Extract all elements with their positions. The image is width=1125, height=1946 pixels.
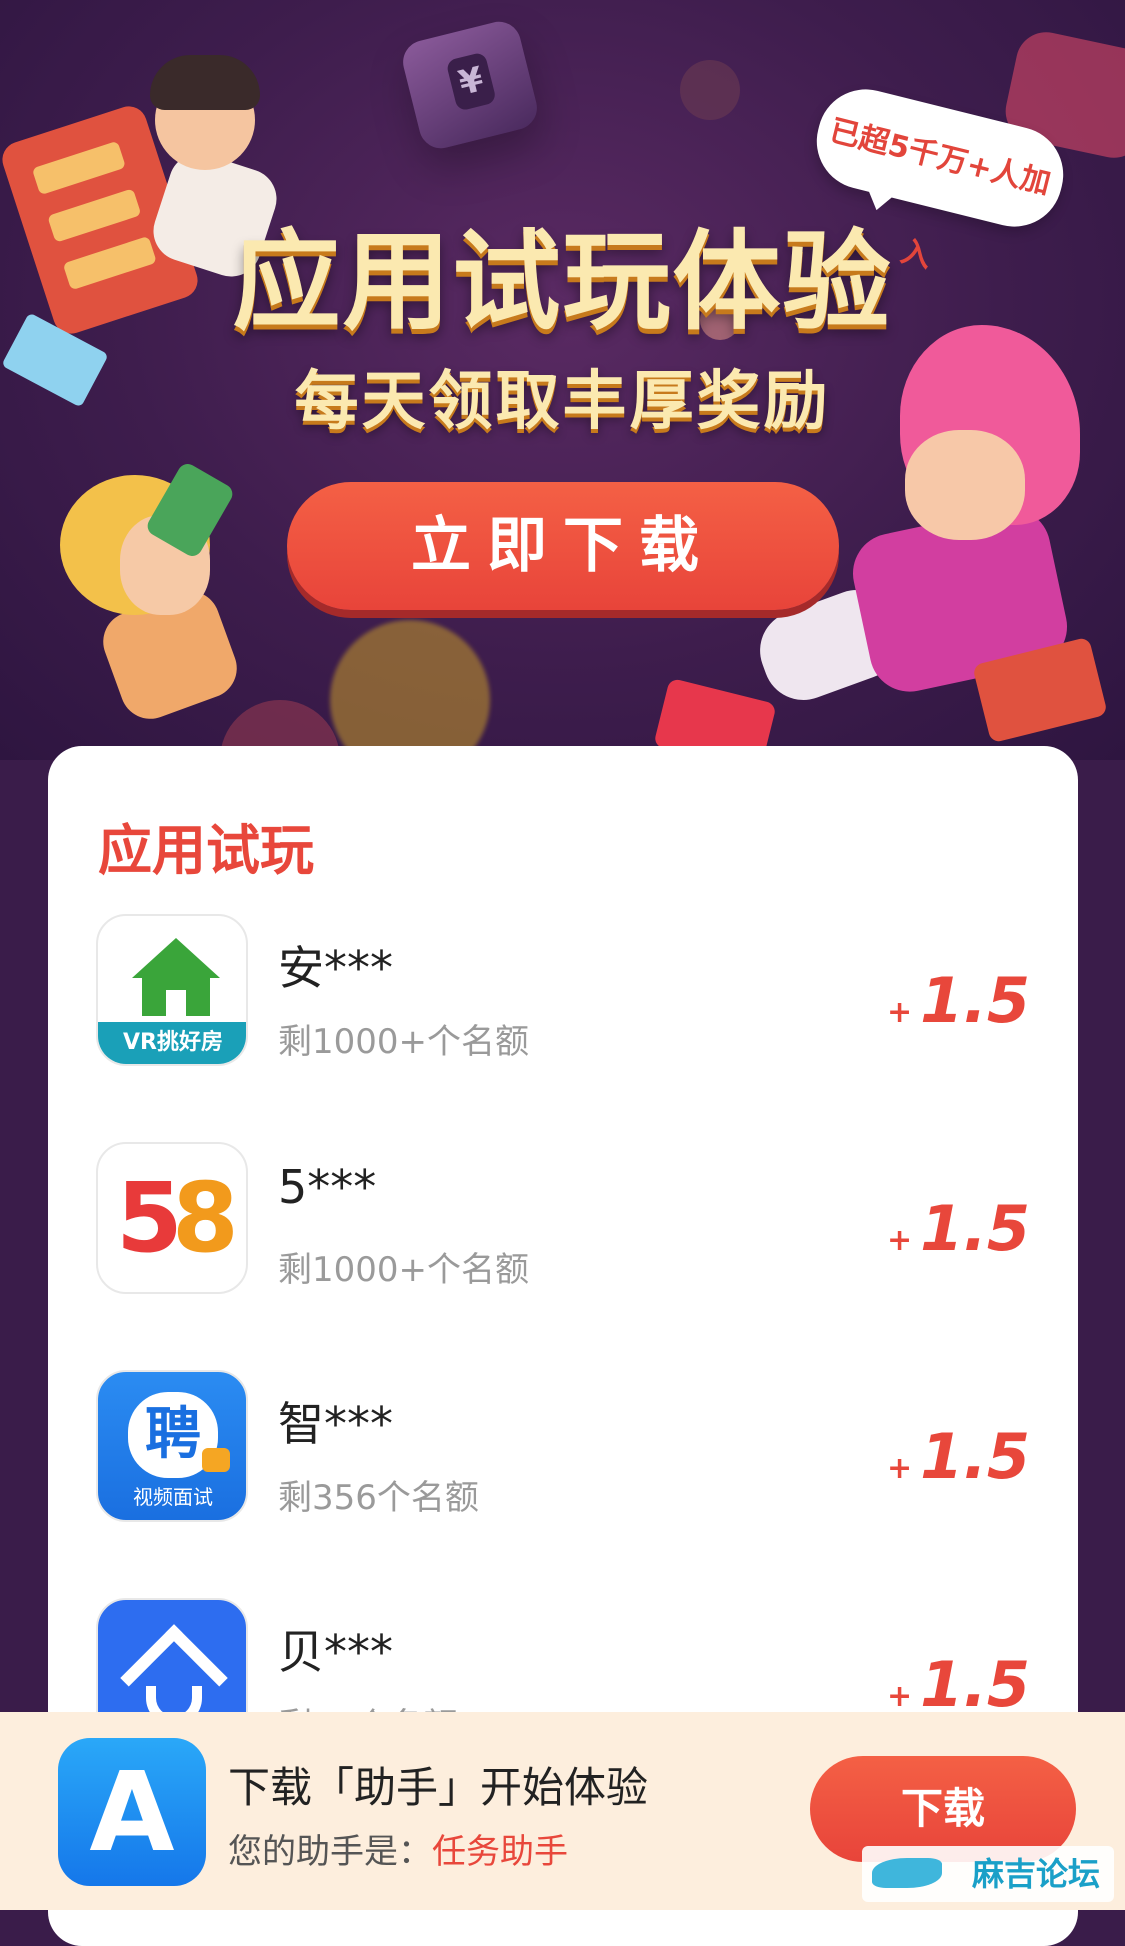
coupon-icon: ¥ [398, 17, 542, 153]
download-prompt-title: 下载「助手」开始体验 [228, 1763, 649, 1812]
forum-watermark: 麻吉论坛 [862, 1846, 1114, 1902]
reward-amount: +1.5 [887, 1192, 1030, 1265]
app-quota: 剩356个名额 [278, 1478, 479, 1518]
app-name: 贝*** [278, 1625, 393, 1679]
boy-hair-illustration [150, 55, 260, 110]
app-name: 安*** [278, 941, 393, 995]
yen-icon: ¥ [445, 51, 497, 112]
58-logo-icon: 58 [96, 1142, 248, 1294]
download-now-button[interactable]: 立即下载 [287, 482, 839, 610]
app-name: 5*** [278, 1160, 377, 1214]
gold-coin-icon [330, 620, 490, 760]
app-list-item[interactable]: VR挑好房 安*** 剩1000+个名额 +1.5 [48, 914, 1078, 1084]
reward-amount: +1.5 [887, 1648, 1030, 1721]
decor-dot [680, 60, 740, 120]
app-name: 智*** [278, 1397, 393, 1451]
girl-face-illustration [905, 430, 1025, 540]
house-icon: VR挑好房 [96, 914, 248, 1066]
reward-amount: +1.5 [887, 964, 1030, 1037]
assistant-label: 您的助手是：任务助手 [228, 1832, 568, 1872]
section-title: 应用试玩 [98, 819, 314, 882]
app-list-item[interactable]: 聘 视频面试 智*** 剩356个名额 +1.5 [48, 1370, 1078, 1540]
dolphin-icon [872, 1858, 942, 1888]
recruit-icon: 聘 视频面试 [96, 1370, 248, 1522]
reward-amount: +1.5 [887, 1420, 1030, 1493]
hero-subtitle: 每天领取丰厚奖励 [294, 365, 831, 439]
app-quota: 剩1000+个名额 [278, 1250, 530, 1290]
assistant-name: 任务助手 [432, 1832, 568, 1872]
app-store-icon: A [58, 1738, 206, 1886]
hero-title: 应用试玩体验 [232, 220, 893, 345]
app-quota: 剩1000+个名额 [278, 1022, 530, 1062]
app-list-item[interactable]: 58 5*** 剩1000+个名额 +1.5 [48, 1142, 1078, 1312]
icon-caption: VR挑好房 [98, 1022, 246, 1064]
hero-banner: ¥ 应用试玩体验 每天领取丰厚奖励 已超5千万+人加入 立即下载 [0, 0, 1125, 760]
